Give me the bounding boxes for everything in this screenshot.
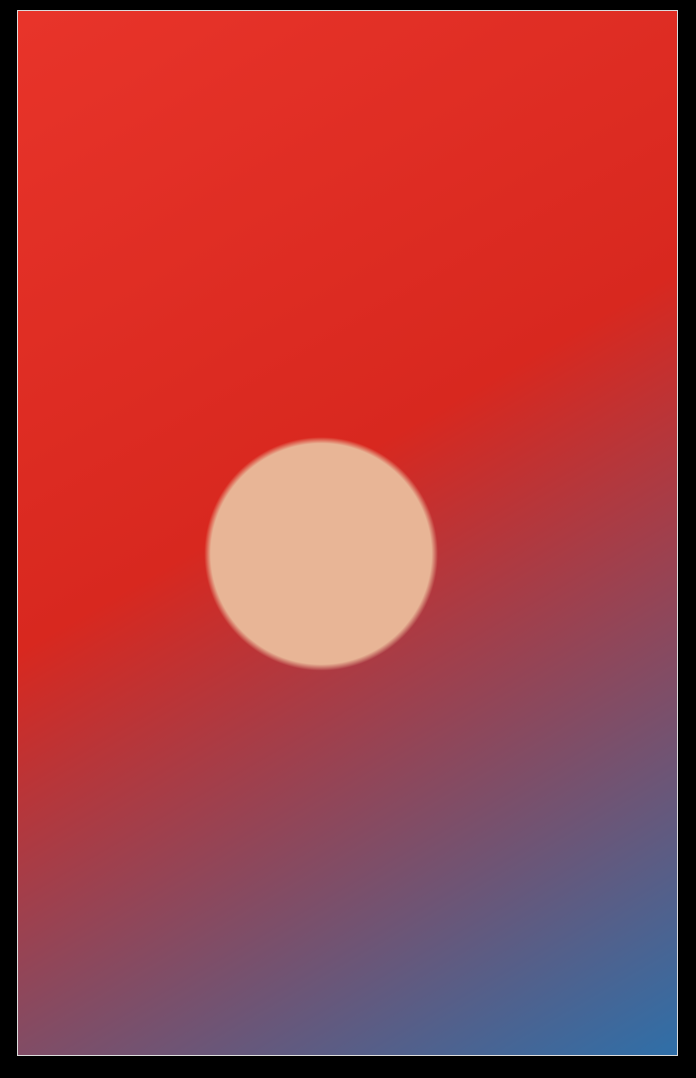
manage-permissions-panel: Manage permissions Sample item Links tha…: [17, 10, 678, 1056]
avatar: [18, 11, 677, 1055]
avatar-photo: [18, 11, 677, 1055]
person-row[interactable]: Shawn Hughes: [18, 11, 677, 1055]
screenshot-frame: Manage permissions Sample item Links tha…: [0, 0, 696, 1078]
